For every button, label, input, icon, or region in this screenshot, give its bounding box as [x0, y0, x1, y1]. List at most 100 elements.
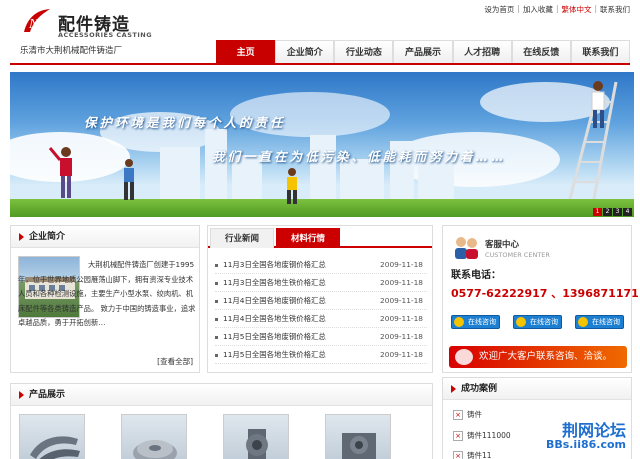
arrow-icon — [19, 232, 24, 241]
set-homepage-link[interactable]: 设为首页 — [484, 4, 514, 15]
building — [310, 135, 336, 199]
casting-part-icon — [30, 436, 80, 459]
panel-header: 企业简介 — [11, 226, 199, 248]
service-title-en: CUSTOMER CENTER — [485, 251, 550, 259]
broken-image-icon: × — [453, 431, 463, 441]
tel-label: 联系电话： — [451, 270, 501, 281]
child-figure-icon — [48, 147, 72, 198]
news-title[interactable]: 11月5日全国各地废钢价格汇总 — [223, 332, 326, 341]
news-item[interactable]: 11月4日全国各地废钢价格汇总 2009-11-18 — [215, 292, 427, 310]
nav-item-feedback[interactable]: 在线反馈 — [511, 40, 571, 64]
building — [340, 159, 384, 199]
top-links: 设为首页 | 加入收藏 | 繁体中文 | 联系我们 — [484, 4, 630, 15]
products-title: 产品展示 — [29, 390, 66, 400]
intro-title: 企业简介 — [29, 232, 66, 242]
view-all-link[interactable]: [查看全部] — [157, 356, 193, 367]
cases-title: 成功案例 — [461, 384, 498, 394]
qq-chat-button[interactable]: 在线咨询 — [513, 315, 562, 329]
products-panel: 产品展示 — [10, 383, 433, 459]
product-thumbnail[interactable] — [325, 414, 391, 459]
main-nav: 主页 企业简介 行业动态 产品展示 人才招聘 在线反馈 联系我们 — [216, 40, 630, 64]
news-title[interactable]: 11月3日全国各地废钢价格汇总 — [223, 260, 326, 269]
bullet-icon — [215, 263, 218, 267]
news-date: 2009-11-18 — [380, 350, 423, 359]
casting-part-icon — [133, 440, 177, 459]
case-item[interactable]: × 铸件11 — [453, 450, 492, 459]
news-item[interactable]: 11月5日全国各地废钢价格汇总 2009-11-18 — [215, 328, 427, 346]
nav-item-about[interactable]: 企业简介 — [275, 40, 335, 64]
customer-service-icon — [455, 237, 478, 259]
divider: | — [517, 4, 520, 13]
nav-item-industry[interactable]: 行业动态 — [334, 40, 394, 64]
nav-item-contact[interactable]: 联系我们 — [570, 40, 630, 64]
case-label[interactable]: 铸件11 — [467, 451, 492, 459]
qq-chat-button[interactable]: 在线咨询 — [451, 315, 500, 329]
traditional-chinese-link[interactable]: 繁体中文 — [561, 4, 591, 15]
intro-paragraph: 大荆机械配件铸造厂创建于1995年，位于世界地质公园雁荡山脚下，拥有资深专业技术… — [18, 260, 196, 328]
case-label[interactable]: 铸件 — [467, 410, 482, 419]
contact-banner[interactable]: 欢迎广大客户联系咨询、洽谈。 — [449, 346, 627, 368]
news-title[interactable]: 11月4日全国各地废钢价格汇总 — [223, 296, 326, 305]
news-date: 2009-11-18 — [380, 314, 423, 323]
news-date: 2009-11-18 — [380, 296, 423, 305]
news-panel: 行业新闻 材料行情 11月3日全国各地废钢价格汇总 2009-11-18 11月3… — [207, 225, 433, 373]
bullet-icon — [215, 299, 218, 303]
ladder-painter-icon — [568, 81, 618, 199]
broken-image-icon: × — [453, 410, 463, 420]
arrow-icon — [19, 390, 24, 399]
case-label[interactable]: 铸件111000 — [467, 431, 511, 440]
tel-number: 0577-62222917 、13968711711 — [451, 287, 640, 300]
broken-image-icon: × — [453, 451, 463, 459]
customer-service-panel: 客服中心 CUSTOMER CENTER 联系电话： 0577-62222917… — [442, 225, 640, 373]
child-figure-icon — [124, 159, 134, 200]
news-item[interactable]: 11月3日全国各地生铁价格汇总 2009-11-18 — [215, 274, 427, 292]
case-item[interactable]: × 铸件111000 — [453, 430, 511, 442]
news-tabs: 行业新闻 材料行情 — [208, 226, 432, 248]
news-item[interactable]: 11月3日全国各地废钢价格汇总 2009-11-18 — [215, 256, 427, 274]
news-item[interactable]: 11月4日全国各地生铁价格汇总 2009-11-18 — [215, 310, 427, 328]
qq-chat-button[interactable]: 在线咨询 — [575, 315, 624, 329]
banner-page-3[interactable]: 3 — [613, 208, 622, 216]
company-intro-panel: 企业简介 大荆机械配件铸造厂创建于1995年，位于世界地质公园雁荡山脚下，拥有资… — [10, 225, 200, 373]
news-title[interactable]: 11月4日全国各地生铁价格汇总 — [223, 314, 326, 323]
news-date: 2009-11-18 — [380, 278, 423, 287]
bullet-icon — [215, 317, 218, 321]
watermark-url: BBs.ii86.com — [545, 438, 626, 451]
contact-banner-text: 欢迎广大客户联系咨询、洽谈。 — [479, 351, 613, 362]
divider: | — [555, 4, 559, 13]
add-favorite-link[interactable]: 加入收藏 — [523, 4, 553, 15]
logo-icon: N — [24, 9, 50, 32]
divider: | — [594, 4, 597, 13]
casting-part-icon — [342, 433, 376, 459]
news-title[interactable]: 11月3日全国各地生铁价格汇总 — [223, 278, 326, 287]
service-title: 客服中心 — [485, 240, 520, 250]
company-name: 乐清市大荆机械配件铸造厂 — [20, 46, 123, 56]
product-thumbnail[interactable] — [19, 414, 85, 459]
banner-slogan-primary: 保护环境是我们每个人的责任 — [84, 115, 286, 130]
nav-item-jobs[interactable]: 人才招聘 — [452, 40, 512, 64]
news-date: 2009-11-18 — [380, 332, 423, 341]
banner-pager: 1 2 3 4 — [593, 208, 632, 216]
nav-item-products[interactable]: 产品展示 — [393, 40, 453, 64]
news-item[interactable]: 11月5日全国各地生铁价格汇总 2009-11-18 — [215, 346, 427, 364]
product-thumbnail[interactable] — [223, 414, 289, 459]
arrow-icon — [451, 384, 456, 393]
news-title[interactable]: 11月5日全国各地生铁价格汇总 — [223, 350, 326, 359]
tab-industry-news[interactable]: 行业新闻 — [210, 228, 274, 248]
banner-page-2[interactable]: 2 — [603, 208, 612, 216]
banner-page-4[interactable]: 4 — [623, 208, 632, 216]
building — [160, 147, 200, 199]
product-thumbnail[interactable] — [121, 414, 187, 459]
panel-header: 成功案例 — [443, 378, 631, 400]
contact-us-link[interactable]: 联系我们 — [600, 4, 630, 15]
case-item[interactable]: × 铸件 — [453, 409, 482, 421]
nav-item-home[interactable]: 主页 — [216, 40, 276, 64]
hero-banner — [10, 72, 634, 217]
casting-part-icon — [246, 429, 268, 459]
bullet-icon — [215, 353, 218, 357]
banner-page-1[interactable]: 1 — [593, 208, 602, 216]
tab-material-prices[interactable]: 材料行情 — [276, 228, 340, 248]
nav-underline — [10, 63, 630, 65]
logo-subtext: ACCESSORIES CASTING — [58, 31, 153, 39]
bullet-icon — [215, 281, 218, 285]
